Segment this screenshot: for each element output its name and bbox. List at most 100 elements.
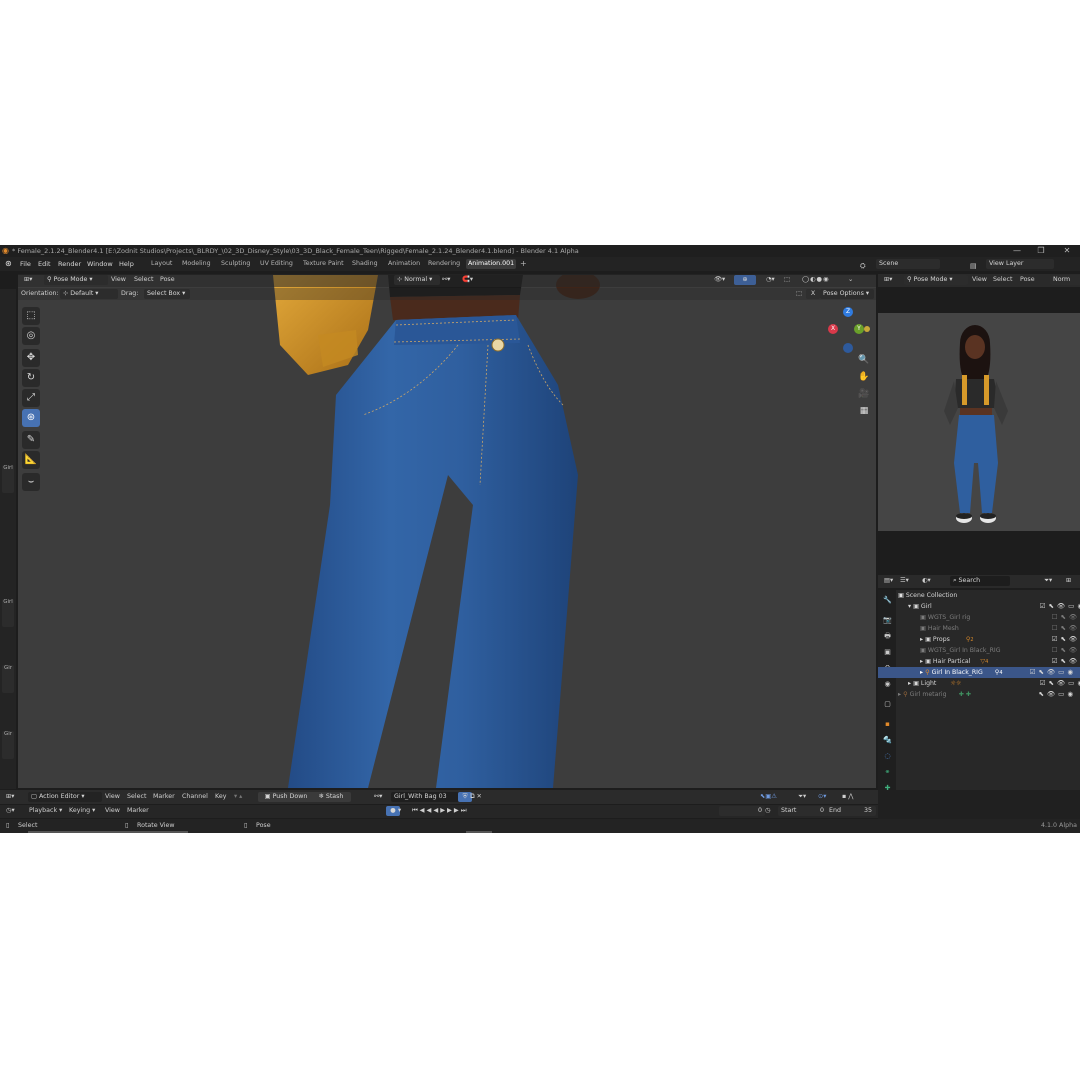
camera-preview-viewport[interactable] (878, 313, 1080, 531)
viewport-menu-view[interactable]: View (111, 275, 126, 285)
scale-tool-icon[interactable]: ⤢ (22, 389, 40, 407)
action-menu-key[interactable]: Key (215, 792, 226, 802)
filter-view-icon[interactable]: ◐▾ (922, 576, 931, 586)
action-browse-icon[interactable]: ⚯▾ (374, 792, 382, 802)
preview-orientation-select[interactable]: Norm (1050, 275, 1080, 285)
preview-menu-view[interactable]: View (972, 275, 987, 285)
rotate-tool-icon[interactable]: ↻ (22, 369, 40, 387)
outliner-scene-collection[interactable]: ▣ Scene Collection (898, 590, 1080, 601)
mode-select[interactable]: ⚲ Pose Mode ▾ (44, 275, 108, 285)
gizmo-neg-z-axis[interactable] (843, 343, 853, 353)
tab-rendering[interactable]: Rendering (426, 259, 462, 269)
annotate-tool-icon[interactable]: ✎ (22, 431, 40, 449)
tab-layout[interactable]: Layout (149, 259, 174, 269)
viewport-menu-pose[interactable]: Pose (160, 275, 175, 285)
outliner-filter-icon[interactable]: ⏷▾ (1044, 576, 1052, 586)
gizmo-z-axis[interactable]: Z (843, 307, 853, 317)
action-name-field[interactable]: Girl_With Bag 03 (391, 792, 459, 802)
pivot-point-icon[interactable]: ⚯▾ (442, 275, 450, 285)
timeline-menu-playback[interactable]: Playback ▾ (29, 806, 62, 816)
mirror-icon[interactable]: ⬚ (796, 289, 802, 299)
pose-options-dropdown[interactable]: Pose Options ▾ (820, 289, 874, 299)
tab-shading[interactable]: Shading (350, 259, 380, 269)
outliner-row-light[interactable]: ▸ ▣ Light ☼☼ ☑⬉👁▭◉ (908, 678, 1080, 689)
menu-render[interactable]: Render (58, 257, 81, 271)
row-toggles[interactable]: ☑⬉👁▭◉ (1052, 634, 1080, 645)
render-properties-icon[interactable]: 📷 (882, 615, 893, 626)
outliner-row-hair-partical[interactable]: ▸ ▣ Hair Partical ▽4 ☑⬉👁▭◉ (920, 656, 1080, 667)
start-frame-field[interactable]: Start 0 (778, 806, 828, 816)
left-tab-girl-1[interactable]: Girl (2, 465, 14, 493)
viewport-menu-select[interactable]: Select (134, 275, 153, 285)
scene-field[interactable]: Scene (876, 259, 940, 269)
layer-arrows-icon[interactable]: ▾ ▴ (234, 792, 242, 802)
tool-properties-icon[interactable]: 🔧 (882, 595, 893, 606)
preview-mode-select[interactable]: ⚲ Pose Mode ▾ (904, 275, 968, 285)
relax-pose-tool-icon[interactable]: ⌣ (22, 473, 40, 491)
output-properties-icon[interactable]: 🖶 (882, 631, 893, 642)
zoom-icon[interactable]: 🔍 (857, 353, 871, 367)
tab-sculpting[interactable]: Sculpting (219, 259, 252, 269)
row-toggles[interactable]: ⬉👁▭◉ (1038, 689, 1076, 700)
snap-icon[interactable]: 🧲▾ (462, 275, 473, 285)
blender-menu-icon[interactable]: ⊛ (5, 257, 12, 271)
modifier-properties-icon[interactable]: 🔩 (882, 735, 893, 746)
measure-tool-icon[interactable]: 📐 (22, 451, 40, 469)
preview-range-icon[interactable]: ◷ (765, 806, 771, 816)
outliner-row-props[interactable]: ▸ ▣ Props ⚲2 ☑⬉👁▭◉ (920, 634, 1080, 645)
cursor-tool-icon[interactable]: ◎ (22, 327, 40, 345)
shading-options-icon[interactable]: ⌄ (848, 275, 853, 285)
current-frame-field[interactable]: 0 (719, 806, 765, 816)
dopesheet-mode-select[interactable]: ▢ Action Editor ▾ (28, 792, 102, 802)
add-workspace-button[interactable]: + (518, 259, 529, 269)
tab-modeling[interactable]: Modeling (180, 259, 213, 269)
drag-select[interactable]: Select Box ▾ (144, 289, 190, 299)
stash-button[interactable]: ❄ Stash (311, 792, 351, 802)
gizmo-y-axis[interactable]: Y (854, 324, 864, 334)
left-tab-girl-2[interactable]: Girl (2, 599, 14, 627)
view-layer-properties-icon[interactable]: ▣ (882, 647, 893, 658)
push-down-button[interactable]: ▣ Push Down (258, 792, 314, 802)
row-toggles[interactable]: ☐⬉👁▭◉ (1052, 623, 1080, 634)
row-toggles[interactable]: ☐⬉👁▭◉ (1052, 612, 1080, 623)
outliner-search-input[interactable]: ⌕ Search (950, 576, 1010, 586)
editor-type-icon[interactable]: ⊞▾ (24, 275, 32, 285)
dopesheet-editor-icon[interactable]: ⊞▾ (6, 792, 14, 802)
object-properties-icon[interactable]: ▪ (882, 719, 893, 730)
action-menu-marker[interactable]: Marker (153, 792, 175, 802)
new-collection-icon[interactable]: ⊞ (1066, 576, 1071, 586)
select-box-tool-icon[interactable]: ⬚ (22, 307, 40, 325)
overlays-icon[interactable]: ◔▾ (766, 275, 775, 285)
physics-properties-icon[interactable]: ⚭ (882, 767, 893, 778)
row-toggles[interactable]: ☑⬉👁▭◉ (1030, 667, 1076, 678)
x-mirror-toggle[interactable]: X (806, 289, 820, 299)
transform-orientation-select[interactable]: ⊹ Normal ▾ (394, 275, 440, 285)
xray-icon[interactable]: ⬚ (784, 275, 790, 285)
preview-menu-select[interactable]: Select (993, 275, 1012, 285)
timeline-menu-marker[interactable]: Marker (127, 806, 149, 816)
scrollbar-handle[interactable] (466, 831, 492, 833)
3d-viewport[interactable] (18, 275, 876, 788)
navigation-gizmo[interactable]: Z Y X (826, 307, 870, 355)
tab-uv-editing[interactable]: UV Editing (258, 259, 295, 269)
transform-tool-icon[interactable]: ⊛ (22, 409, 40, 427)
keying-set-icon[interactable]: ▾ (398, 806, 401, 816)
menu-file[interactable]: File (20, 257, 31, 271)
gizmo-toggle-button[interactable]: ⊕ (734, 275, 756, 285)
pan-hand-icon[interactable]: ✋ (857, 370, 871, 384)
tab-texture-paint[interactable]: Texture Paint (301, 259, 346, 269)
preview-editor-type-icon[interactable]: ⊞▾ (884, 275, 892, 285)
preview-menu-pose[interactable]: Pose (1020, 275, 1035, 285)
timeline-menu-keying[interactable]: Keying ▾ (69, 806, 95, 816)
auto-snap-icon[interactable]: ⊙▾ (818, 792, 826, 802)
duplicate-action-icon[interactable]: ⧉ ✕ (470, 792, 482, 802)
row-toggles[interactable]: ☑⬉👁▭◉ (1040, 678, 1080, 689)
outliner-row-girl[interactable]: ▾ ▣ Girl ☑⬉👁▭◉ (908, 601, 1080, 612)
playback-controls[interactable]: ⏮◀◀◀▶▶▶⏭ (412, 806, 468, 816)
view-layer-field[interactable]: View Layer (986, 259, 1054, 269)
tab-animation[interactable]: Animation (386, 259, 422, 269)
row-toggles[interactable]: ☐⬉👁▭◉ (1052, 645, 1080, 656)
gizmo-neg-y-axis[interactable] (864, 326, 870, 332)
end-frame-field[interactable]: End 35 (826, 806, 876, 816)
timeline-editor-icon[interactable]: ◷▾ (6, 806, 15, 816)
